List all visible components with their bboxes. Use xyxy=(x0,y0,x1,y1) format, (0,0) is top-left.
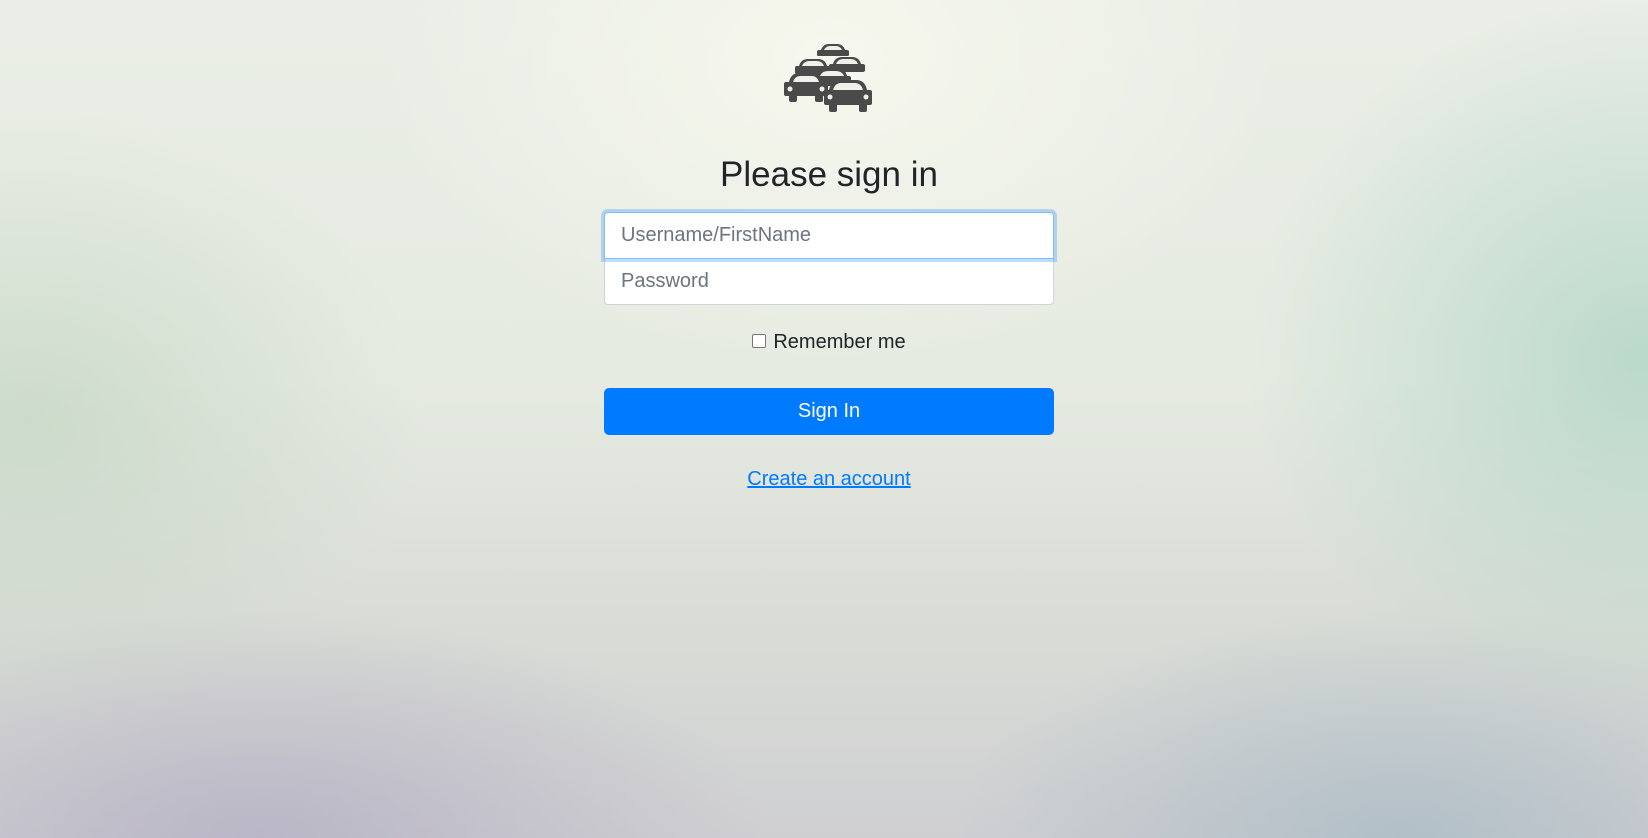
remember-me-label[interactable]: Remember me xyxy=(773,331,905,354)
create-account-link[interactable]: Create an account xyxy=(747,468,910,491)
password-input[interactable] xyxy=(604,258,1054,305)
sign-in-button[interactable]: Sign In xyxy=(604,388,1054,435)
cars-traffic-icon xyxy=(784,44,872,112)
username-input[interactable] xyxy=(604,212,1054,259)
page-title: Please sign in xyxy=(720,155,938,194)
remember-me-checkbox[interactable] xyxy=(752,334,767,348)
sign-in-form: Please sign in Remember me Sign In Creat… xyxy=(604,40,1054,491)
remember-me-row: Remember me xyxy=(604,331,1054,354)
